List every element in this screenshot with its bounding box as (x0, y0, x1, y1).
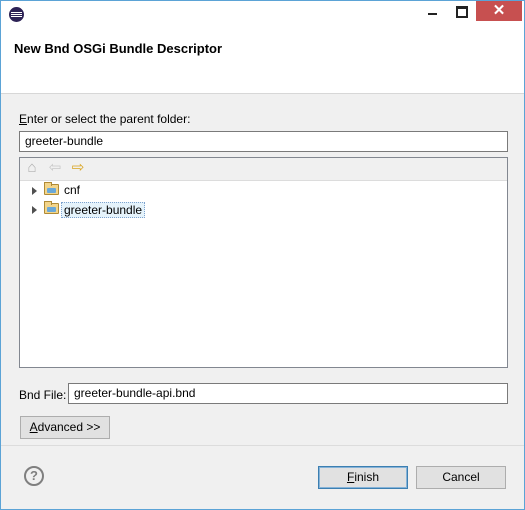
expand-icon[interactable] (32, 187, 37, 195)
dialog-window: ✕ New Bnd OSGi Bundle Descriptor Enter o… (0, 0, 525, 510)
bnd-file-input[interactable]: greeter-bundle-api.bnd (68, 383, 508, 404)
maximize-icon (456, 6, 468, 18)
project-folder-icon (44, 182, 59, 195)
maximize-button[interactable] (447, 1, 475, 21)
close-button[interactable]: ✕ (476, 1, 522, 21)
tree-item-greeter-bundle[interactable]: greeter-bundle (20, 201, 220, 219)
title-bar[interactable]: ✕ (1, 1, 524, 28)
tree-item-cnf[interactable]: cnf (20, 182, 220, 200)
parent-folder-label: Enter or select the parent folder: (19, 112, 191, 126)
wizard-header: New Bnd OSGi Bundle Descriptor (1, 28, 524, 94)
folder-tree[interactable]: ⌂ ⇦ ⇨ cnf greeter-bundle (19, 157, 508, 368)
home-icon[interactable]: ⌂ (24, 160, 40, 176)
tree-item-label: greeter-bundle (61, 202, 146, 218)
button-bar-separator (1, 445, 524, 446)
tree-item-label: cnf (64, 183, 81, 197)
bnd-file-label: Bnd File: (19, 388, 67, 402)
parent-folder-input[interactable]: greeter-bundle (19, 131, 508, 152)
page-title: New Bnd OSGi Bundle Descriptor (14, 41, 223, 56)
wizard-body: Enter or select the parent folder: greet… (1, 94, 524, 509)
project-folder-icon (44, 201, 59, 214)
finish-button[interactable]: Finish (318, 466, 408, 489)
eclipse-icon[interactable] (9, 7, 24, 22)
help-icon[interactable]: ? (24, 466, 44, 486)
expand-icon[interactable] (32, 206, 37, 214)
minimize-button[interactable] (418, 1, 446, 21)
tree-toolbar: ⌂ ⇦ ⇨ (20, 158, 507, 181)
forward-arrow-icon[interactable]: ⇨ (70, 160, 86, 176)
advanced-button[interactable]: Advanced >> (20, 416, 110, 439)
back-arrow-icon[interactable]: ⇦ (47, 160, 63, 176)
cancel-button[interactable]: Cancel (416, 466, 506, 489)
minimize-icon (428, 13, 437, 15)
